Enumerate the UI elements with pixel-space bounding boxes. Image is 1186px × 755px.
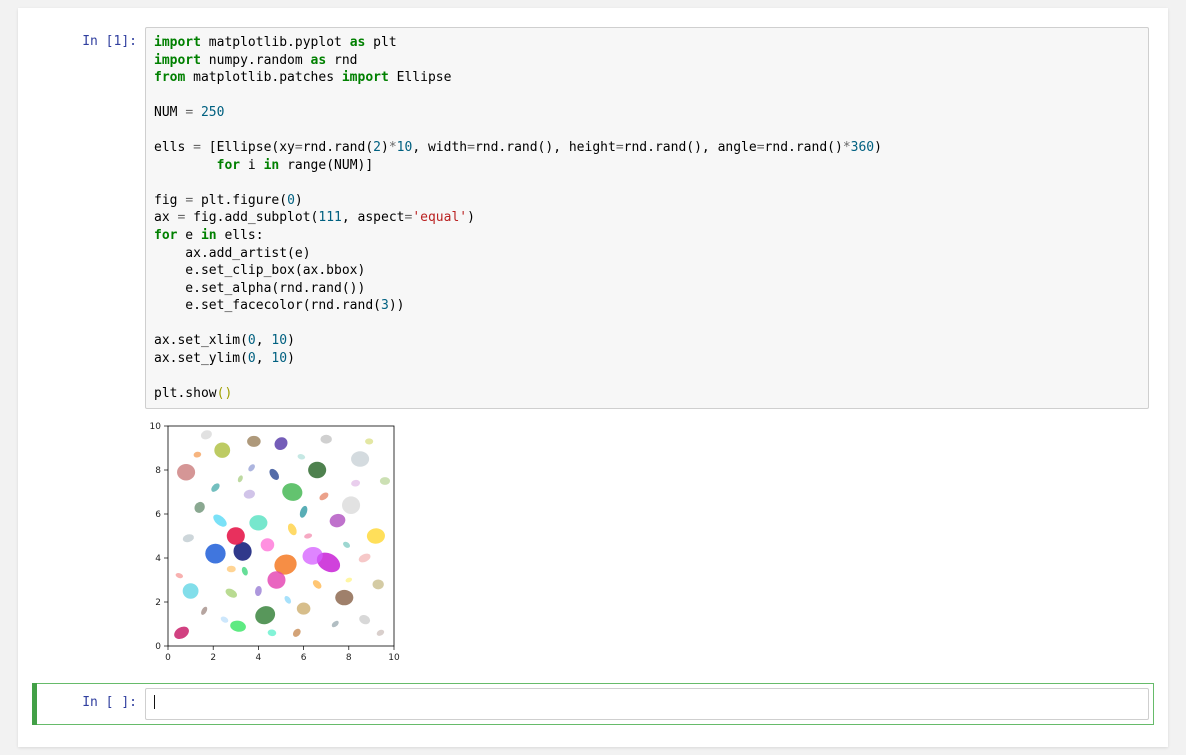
ellipse-scatter-figure: 0 2 4 6 8 10 0 2 4 6 8 10 [140,420,400,670]
code-cell-2[interactable]: In [ ]: [32,683,1154,725]
plot-output: 0 2 4 6 8 10 0 2 4 6 8 10 [140,418,400,683]
svg-text:6: 6 [155,510,161,520]
svg-text:8: 8 [346,653,352,663]
cursor-icon [154,695,155,709]
svg-text:2: 2 [210,653,216,663]
code-editor-area[interactable] [145,688,1149,720]
svg-text:0: 0 [155,642,161,652]
code-editor-area[interactable]: import matplotlib.pyplot as plt import n… [145,27,1149,409]
svg-text:2: 2 [155,598,161,608]
svg-text:10: 10 [388,653,400,663]
svg-text:4: 4 [256,653,262,663]
svg-text:0: 0 [165,653,171,663]
input-prompt: In [ ]: [37,688,145,710]
svg-text:4: 4 [155,554,161,564]
code-text[interactable] [146,689,1148,719]
notebook: In [1]: import matplotlib.pyplot as plt … [18,8,1168,747]
svg-text:8: 8 [155,466,161,476]
svg-text:6: 6 [301,653,307,663]
code-cell-1[interactable]: In [1]: import matplotlib.pyplot as plt … [32,22,1154,414]
output-area-1: 0 2 4 6 8 10 0 2 4 6 8 10 [32,418,1154,683]
svg-text:10: 10 [150,422,162,432]
code-text[interactable]: import matplotlib.pyplot as plt import n… [146,28,1148,408]
output-prompt [32,418,140,683]
input-prompt: In [1]: [37,27,145,49]
